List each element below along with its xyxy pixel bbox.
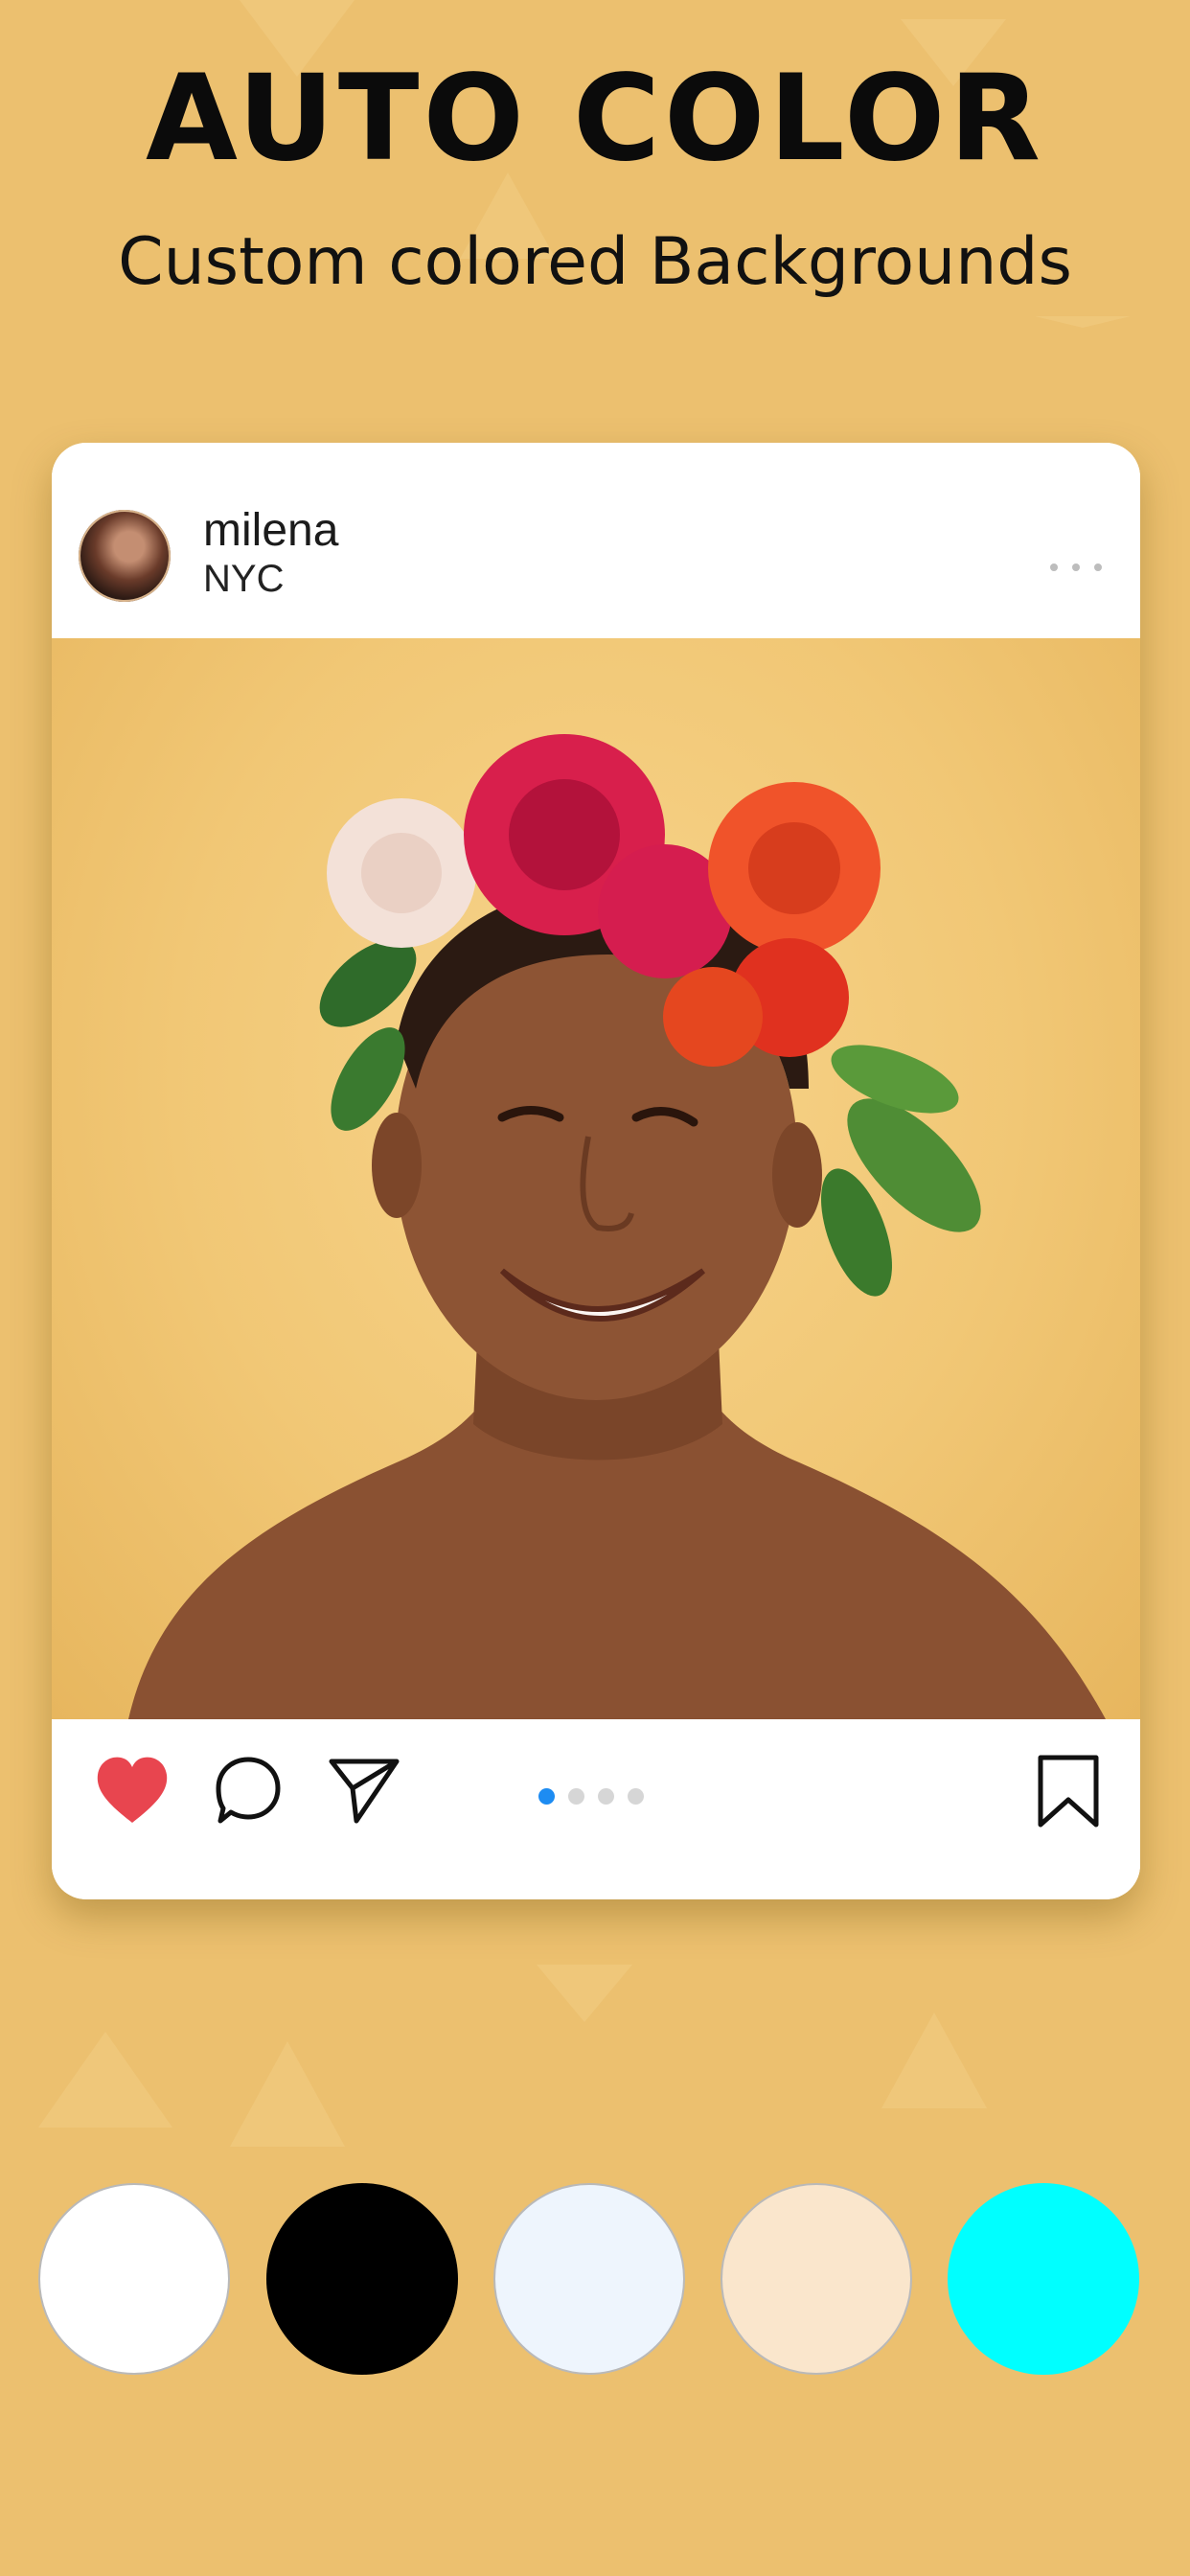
post-location[interactable]: NYC	[203, 558, 284, 601]
post-card: milena NYC	[52, 443, 1140, 1899]
bookmark-icon[interactable]	[1035, 1754, 1102, 1830]
color-swatch-cyan[interactable]	[948, 2183, 1139, 2375]
promo-headline: AUTO COLOR	[146, 50, 1044, 188]
photo-illustration	[128, 734, 1106, 1719]
post-actions	[52, 1719, 1140, 1899]
post-header: milena NYC	[52, 443, 1140, 638]
share-icon[interactable]	[328, 1754, 402, 1827]
carousel-dot[interactable]	[598, 1788, 614, 1805]
comment-icon[interactable]	[213, 1754, 284, 1827]
heart-icon[interactable]	[94, 1754, 171, 1827]
more-options-icon[interactable]	[1050, 558, 1102, 577]
carousel-dot[interactable]	[568, 1788, 584, 1805]
post-username[interactable]: milena	[203, 504, 338, 557]
color-swatch-cream[interactable]	[721, 2183, 912, 2375]
carousel-dot[interactable]	[628, 1788, 644, 1805]
avatar[interactable]	[79, 510, 171, 602]
color-swatch-white[interactable]	[38, 2183, 230, 2375]
carousel-indicator[interactable]	[538, 1788, 644, 1805]
color-swatch-alice-blue[interactable]	[493, 2183, 685, 2375]
promo-subheadline: Custom colored Backgrounds	[118, 224, 1072, 300]
post-photo	[52, 638, 1140, 1719]
carousel-dot[interactable]	[538, 1788, 555, 1805]
color-swatch-black[interactable]	[266, 2183, 458, 2375]
